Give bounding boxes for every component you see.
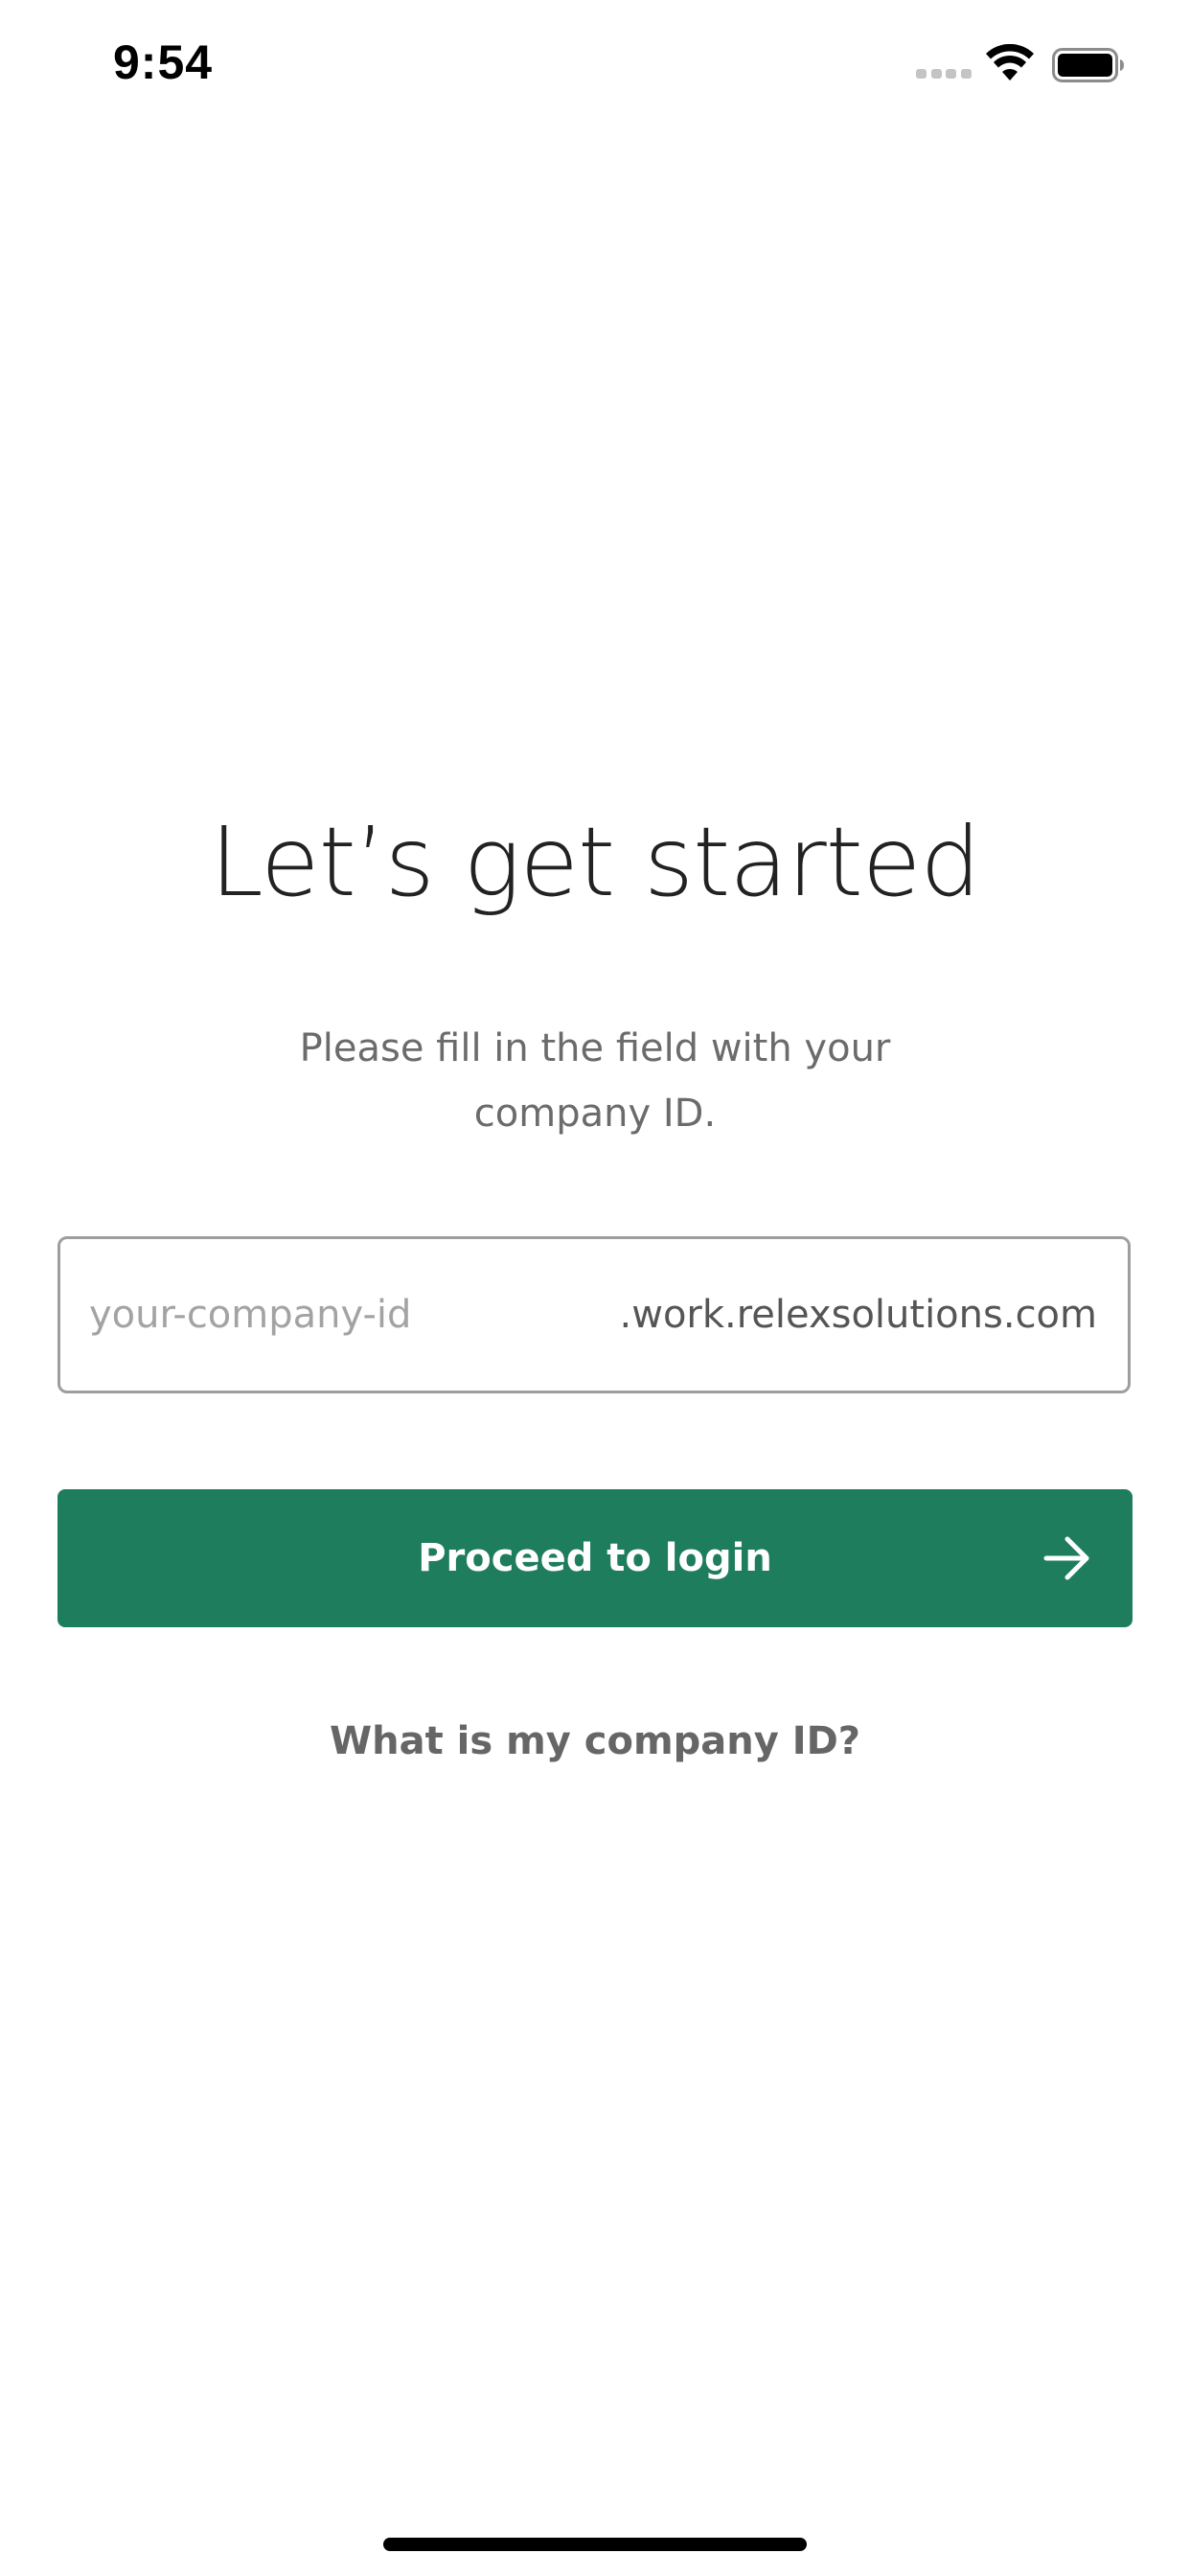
company-id-field[interactable]: .work.relexsolutions.com <box>57 1236 1131 1393</box>
page-title: Let’s get started <box>210 806 981 918</box>
battery-icon <box>1052 48 1124 82</box>
home-indicator[interactable] <box>383 2538 807 2551</box>
company-id-help-link[interactable]: What is my company ID? <box>0 1719 1190 1763</box>
proceed-button-label: Proceed to login <box>418 1536 772 1580</box>
wifi-icon <box>986 44 1034 80</box>
status-time: 9:54 <box>113 35 214 89</box>
company-id-input[interactable] <box>60 1239 620 1391</box>
proceed-to-login-button[interactable]: Proceed to login <box>57 1489 1133 1627</box>
page-subtitle: Please fill in the field with your compa… <box>299 1026 891 1136</box>
status-bar: 9:54 <box>0 0 1190 126</box>
cellular-signal-icon <box>916 69 972 80</box>
arrow-right-icon <box>1043 1536 1089 1580</box>
domain-suffix: .work.relexsolutions.com <box>619 1293 1097 1337</box>
